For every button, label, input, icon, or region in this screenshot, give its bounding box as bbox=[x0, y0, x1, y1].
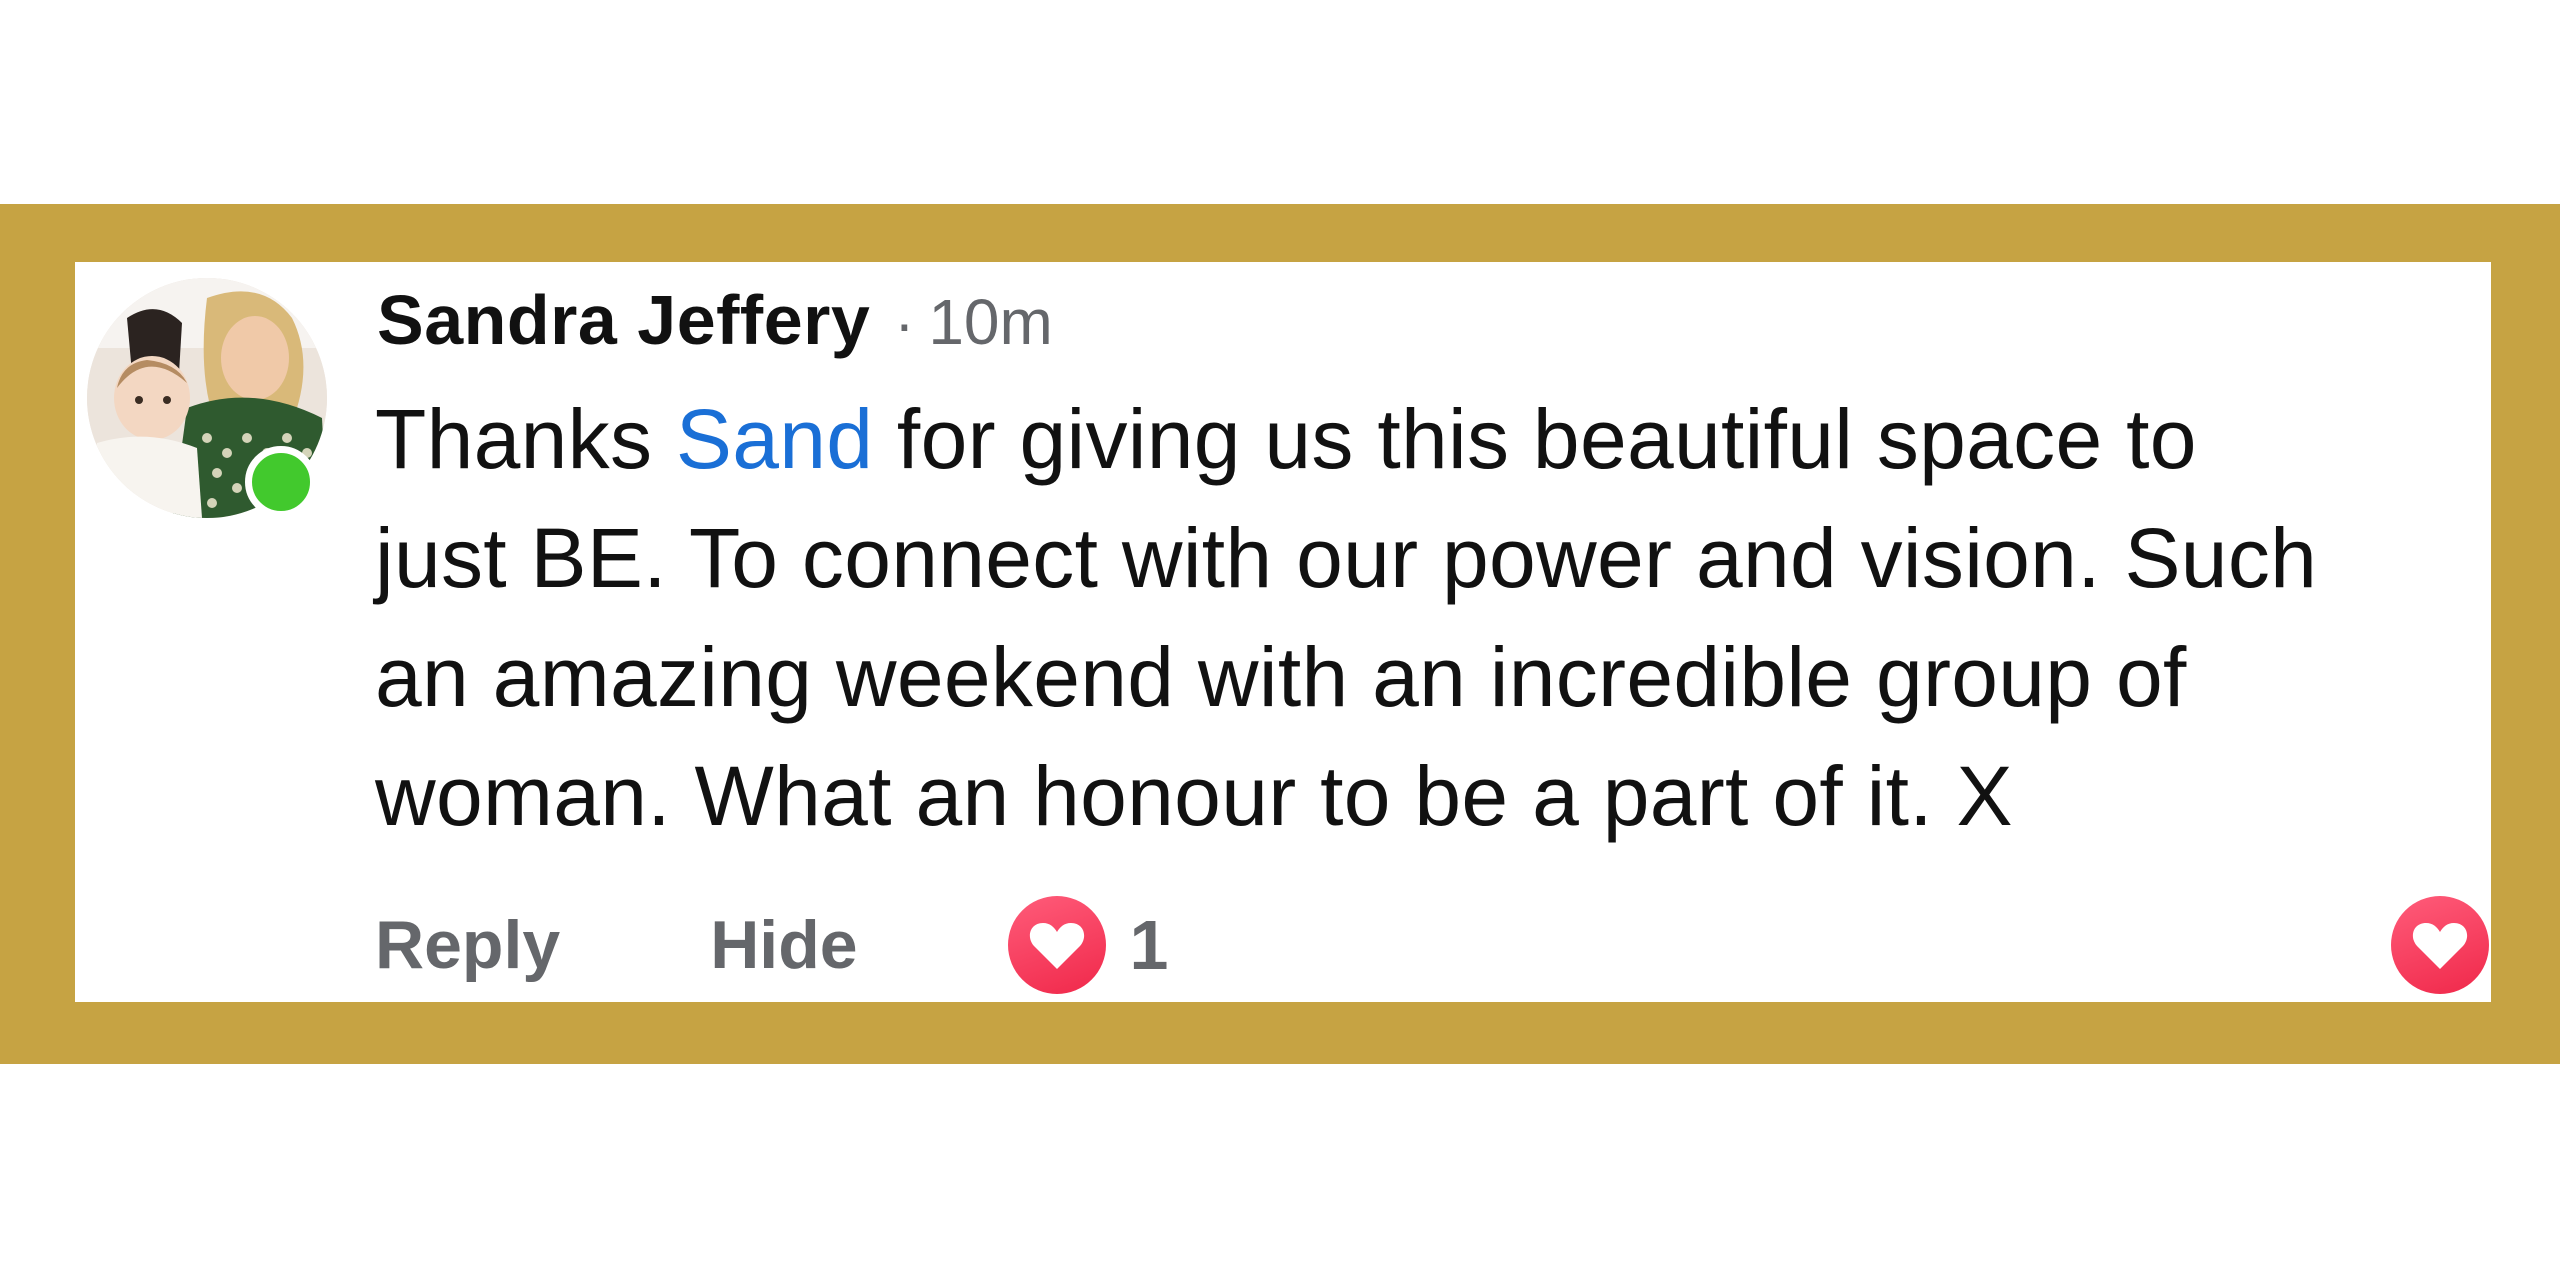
author-avatar[interactable] bbox=[87, 278, 327, 518]
header-separator: · bbox=[894, 290, 915, 357]
heart-icon bbox=[1007, 896, 1106, 994]
comment-line: Thanks Sand for giving us this beautiful… bbox=[375, 392, 2197, 486]
mention-link[interactable]: Sand bbox=[676, 392, 873, 486]
comment-timestamp[interactable]: 10m bbox=[928, 285, 1053, 359]
comment-actions: Reply Hide 1 bbox=[375, 890, 1168, 1000]
comment-line: an amazing weekend with an incredible gr… bbox=[375, 630, 2187, 724]
reaction-count: 1 bbox=[1129, 906, 1169, 984]
comment-line: woman. What an honour to be a part of it… bbox=[375, 749, 2013, 843]
hide-button[interactable]: Hide bbox=[710, 906, 857, 984]
comment-line: just BE. To connect with our power and v… bbox=[375, 511, 2318, 605]
online-status-indicator bbox=[245, 446, 317, 518]
reaction-summary[interactable]: 1 bbox=[1007, 896, 1169, 994]
love-react-button[interactable] bbox=[2391, 896, 2489, 994]
comment-text: Thanks Sand for giving us this beautiful… bbox=[375, 380, 2491, 856]
comment-header: Sandra Jeffery · 10m bbox=[377, 280, 1053, 370]
heart-icon bbox=[2412, 923, 2468, 969]
reply-button[interactable]: Reply bbox=[375, 906, 560, 984]
comment-card: Sandra Jeffery · 10m Thanks Sand for giv… bbox=[75, 262, 2491, 1002]
author-name[interactable]: Sandra Jeffery bbox=[377, 280, 870, 360]
